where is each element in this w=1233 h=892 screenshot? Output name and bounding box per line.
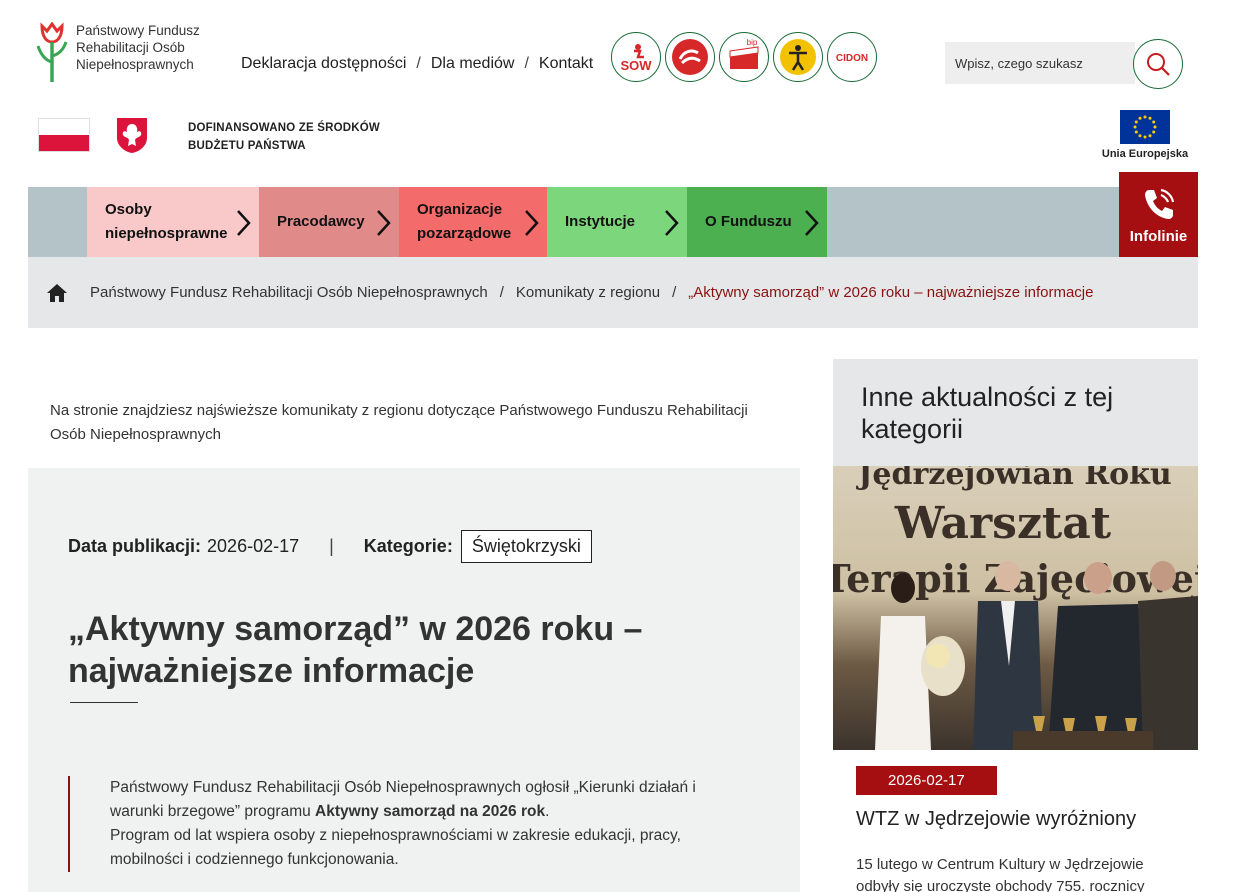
- chevron-right-icon: [665, 210, 679, 236]
- contact-link[interactable]: Kontakt: [539, 55, 593, 73]
- polish-emblem-icon: [117, 118, 147, 153]
- sow-icon: SOW: [620, 44, 652, 72]
- title-underline: [70, 702, 138, 703]
- cofinanced-line-2: BUDŻETU PAŃSTWA: [188, 140, 306, 152]
- chevron-right-icon: [805, 210, 819, 236]
- cidon-icon: CIDON: [836, 53, 868, 64]
- publication-date: 2026-02-17: [207, 536, 300, 556]
- news-title-link[interactable]: WTZ w Jędrzejowie wyróżniony: [856, 808, 1136, 831]
- article-paragraph: Program od lat wspiera osoby z niepełnos…: [110, 827, 681, 868]
- menu-item-institutions[interactable]: Instytucje: [547, 187, 687, 257]
- eu-flag-icon: [1120, 110, 1170, 144]
- meta-divider: |: [329, 536, 334, 556]
- cidon-label: CIDON: [836, 53, 868, 64]
- accessibility-button[interactable]: [773, 32, 823, 82]
- media-link[interactable]: Dla mediów: [431, 55, 515, 73]
- link-separator: /: [524, 55, 529, 72]
- cidon-button[interactable]: CIDON: [827, 32, 877, 82]
- main-menu: Osoby niepełnosprawne Pracodawcy Organiz…: [28, 187, 1198, 257]
- category-badge[interactable]: Świętokrzyski: [460, 530, 592, 563]
- sow-label: SOW: [620, 58, 652, 72]
- search-input[interactable]: [945, 42, 1135, 84]
- service-icons: SOW bip CIDON: [611, 32, 877, 82]
- menu-item-label: Instytucje: [565, 213, 636, 230]
- breadcrumb-link-regional[interactable]: Komunikaty z regionu: [516, 284, 660, 301]
- logo-text: Państwowy Fundusz Rehabilitacji Osób Nie…: [76, 23, 200, 72]
- banner-text-top: Jędrzejowian Rokú: [855, 466, 1172, 492]
- menu-item-ngos[interactable]: Organizacje pozarządowe: [399, 187, 547, 257]
- chevron-right-icon: [237, 210, 251, 236]
- article: Data publikacji: 2026-02-17 | Kategorie:…: [28, 468, 800, 892]
- news-date-badge: 2026-02-17: [856, 766, 997, 795]
- polish-flag: [38, 118, 90, 152]
- menu-item-about-fund[interactable]: O Funduszu: [687, 187, 827, 257]
- search-box: [945, 42, 1135, 84]
- top-links: Deklaracja dostępności / Dla mediów / Ko…: [241, 55, 593, 73]
- cofinanced-notice: DOFINANSOWANO ZE ŚRODKÓW BUDŻETU PAŃSTWA: [188, 119, 380, 155]
- home-icon[interactable]: [46, 282, 68, 304]
- breadcrumb-current: „Aktywny samorząd” w 2026 roku – najważn…: [688, 284, 1094, 301]
- search-icon: [1147, 53, 1170, 76]
- link-separator: /: [416, 55, 421, 72]
- breadcrumb-separator: /: [672, 284, 677, 301]
- menu-item-employers[interactable]: Pracodawcy: [259, 187, 399, 257]
- news-excerpt: 15 lutego w Centrum Kultury w Jędrzejowi…: [856, 856, 1145, 892]
- eu-label: Unia Europejska: [1101, 148, 1189, 160]
- sign-language-button[interactable]: [665, 32, 715, 82]
- date-label: Data publikacji:: [68, 536, 202, 556]
- sign-language-icon: [672, 39, 708, 75]
- search-button[interactable]: [1133, 39, 1183, 89]
- sidebar-heading: Inne aktualności z tej kategorii: [833, 359, 1198, 466]
- menu-item-disabled-persons[interactable]: Osoby niepełnosprawne: [87, 187, 259, 257]
- bip-icon: bip: [729, 39, 759, 69]
- bip-button[interactable]: bip: [719, 32, 769, 82]
- accessibility-declaration-link[interactable]: Deklaracja dostępności: [241, 55, 406, 73]
- bip-label: bip: [747, 39, 758, 47]
- news-photo: Jędrzejowian Rokú Warsztat Terapii Zajęc…: [833, 466, 1198, 750]
- chevron-right-icon: [525, 210, 539, 236]
- cofinanced-line-1: DOFINANSOWANO ZE ŚRODKÓW: [188, 122, 380, 134]
- breadcrumb: Państwowy Fundusz Rehabilitacji Osób Nie…: [28, 257, 1198, 328]
- phone-icon: [1145, 188, 1175, 219]
- category-label: Kategorie:: [363, 536, 453, 556]
- menu-item-label: O Funduszu: [705, 213, 792, 230]
- breadcrumb-separator: /: [499, 284, 504, 301]
- chevron-right-icon: [377, 210, 391, 236]
- eu-badge: Unia Europejska: [1092, 102, 1198, 168]
- breadcrumb-link-home[interactable]: Państwowy Fundusz Rehabilitacji Osób Nie…: [90, 284, 488, 301]
- related-news-sidebar: Inne aktualności z tej kategorii Jędrzej…: [833, 359, 1198, 892]
- paragraph-end: .: [545, 803, 550, 820]
- menu-item-label: Pracodawcy: [277, 213, 365, 230]
- sow-button[interactable]: SOW: [611, 32, 661, 82]
- article-title: „Aktywny samorząd” w 2026 roku – najważn…: [68, 610, 643, 690]
- pfron-logo[interactable]: Państwowy Fundusz Rehabilitacji Osób Nie…: [36, 22, 216, 84]
- article-meta: Data publikacji: 2026-02-17 | Kategorie:…: [68, 530, 592, 563]
- infolinie-label: Infolinie: [1129, 228, 1188, 245]
- program-name: Aktywny samorząd na 2026 rok: [315, 803, 546, 820]
- article-body: Państwowy Fundusz Rehabilitacji Osób Nie…: [68, 776, 718, 872]
- menu-item-label: Organizacje pozarządowe: [417, 201, 512, 242]
- intro-text: Na stronie znajdziesz najświeższe komuni…: [50, 402, 748, 443]
- menu-item-label: Osoby niepełnosprawne: [105, 201, 228, 242]
- accessibility-icon: [780, 39, 816, 75]
- infolinie-button[interactable]: Infolinie: [1119, 172, 1198, 257]
- banner-text-mid: Warsztat: [894, 498, 1112, 549]
- article-paragraph: Państwowy Fundusz Rehabilitacji Osób Nie…: [110, 776, 718, 824]
- tulip-logo-icon: [36, 22, 68, 82]
- news-image[interactable]: Jędrzejowian Rokú Warsztat Terapii Zajęc…: [833, 466, 1198, 750]
